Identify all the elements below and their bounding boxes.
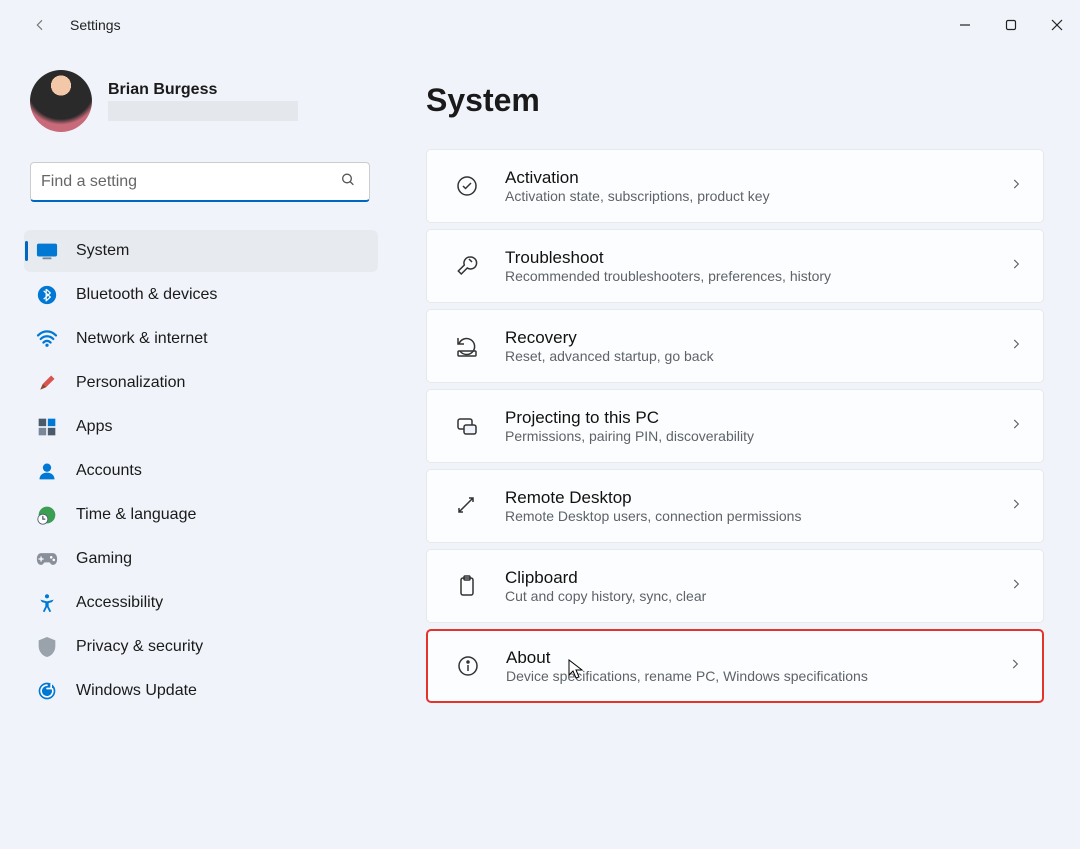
minimize-button[interactable] — [942, 5, 988, 45]
projecting-icon — [449, 414, 485, 438]
sidebar-item-windows-update[interactable]: Windows Update — [24, 670, 378, 712]
sidebar-item-label: Accounts — [76, 462, 142, 480]
search-wrap — [30, 162, 370, 202]
chevron-right-icon — [1009, 337, 1023, 356]
card-title: Remote Desktop — [505, 488, 1009, 508]
nav: System Bluetooth & devices Network & int… — [24, 230, 378, 712]
sidebar-item-personalization[interactable]: Personalization — [24, 362, 378, 404]
remote-desktop-icon — [449, 494, 485, 518]
card-title: Activation — [505, 168, 1009, 188]
card-subtitle: Activation state, subscriptions, product… — [505, 188, 1009, 204]
chevron-right-icon — [1009, 577, 1023, 596]
app-title: Settings — [70, 17, 121, 33]
settings-card-projecting[interactable]: Projecting to this PC Permissions, pairi… — [426, 389, 1044, 463]
avatar — [30, 70, 92, 132]
sidebar-item-label: Accessibility — [76, 594, 163, 612]
sidebar-item-time-language[interactable]: Time & language — [24, 494, 378, 536]
time-language-icon — [36, 504, 58, 526]
wrench-icon — [449, 254, 485, 278]
window-controls — [942, 5, 1080, 45]
sidebar-item-network[interactable]: Network & internet — [24, 318, 378, 360]
accessibility-icon — [36, 592, 58, 614]
card-subtitle: Cut and copy history, sync, clear — [505, 588, 1009, 604]
sidebar-item-label: Bluetooth & devices — [76, 286, 217, 304]
apps-icon — [36, 416, 58, 438]
sidebar-item-apps[interactable]: Apps — [24, 406, 378, 448]
card-subtitle: Remote Desktop users, connection permiss… — [505, 508, 1009, 524]
maximize-button[interactable] — [988, 5, 1034, 45]
card-subtitle: Recommended troubleshooters, preferences… — [505, 268, 1009, 284]
sidebar-item-label: Privacy & security — [76, 638, 203, 656]
sidebar-item-accessibility[interactable]: Accessibility — [24, 582, 378, 624]
card-subtitle: Reset, advanced startup, go back — [505, 348, 1009, 364]
sidebar-item-gaming[interactable]: Gaming — [24, 538, 378, 580]
sidebar-item-label: Gaming — [76, 550, 132, 568]
sidebar-item-label: Personalization — [76, 374, 185, 392]
card-title: Recovery — [505, 328, 1009, 348]
sidebar-item-privacy[interactable]: Privacy & security — [24, 626, 378, 668]
profile-email-redacted — [108, 101, 298, 121]
settings-cards: Activation Activation state, subscriptio… — [426, 149, 1044, 703]
accounts-icon — [36, 460, 58, 482]
search-input[interactable] — [30, 162, 370, 202]
card-title: Projecting to this PC — [505, 408, 1009, 428]
settings-card-activation[interactable]: Activation Activation state, subscriptio… — [426, 149, 1044, 223]
settings-card-troubleshoot[interactable]: Troubleshoot Recommended troubleshooters… — [426, 229, 1044, 303]
page-title: System — [426, 82, 1044, 119]
sidebar-item-system[interactable]: System — [24, 230, 378, 272]
sidebar-item-label: System — [76, 242, 129, 260]
activation-icon — [449, 174, 485, 198]
settings-card-recovery[interactable]: Recovery Reset, advanced startup, go bac… — [426, 309, 1044, 383]
chevron-right-icon — [1008, 657, 1022, 676]
sidebar-item-accounts[interactable]: Accounts — [24, 450, 378, 492]
card-subtitle: Device specifications, rename PC, Window… — [506, 668, 1008, 684]
chevron-right-icon — [1009, 497, 1023, 516]
settings-card-about[interactable]: About Device specifications, rename PC, … — [426, 629, 1044, 703]
sidebar: Brian Burgess System Bluetooth & devi — [0, 50, 390, 712]
card-title: Troubleshoot — [505, 248, 1009, 268]
sidebar-item-bluetooth[interactable]: Bluetooth & devices — [24, 274, 378, 316]
sidebar-item-label: Apps — [76, 418, 112, 436]
chevron-right-icon — [1009, 257, 1023, 276]
system-icon — [36, 240, 58, 262]
settings-card-remote-desktop[interactable]: Remote Desktop Remote Desktop users, con… — [426, 469, 1044, 543]
titlebar: Settings — [0, 0, 1080, 50]
card-title: Clipboard — [505, 568, 1009, 588]
chevron-right-icon — [1009, 177, 1023, 196]
sidebar-item-label: Windows Update — [76, 682, 197, 700]
shield-icon — [36, 636, 58, 658]
sidebar-item-label: Time & language — [76, 506, 196, 524]
search-icon — [340, 172, 356, 193]
main: System Activation Activation state, subs… — [390, 50, 1080, 712]
chevron-right-icon — [1009, 417, 1023, 436]
close-button[interactable] — [1034, 5, 1080, 45]
wifi-icon — [36, 328, 58, 350]
gaming-icon — [36, 548, 58, 570]
recovery-icon — [449, 334, 485, 358]
bluetooth-icon — [36, 284, 58, 306]
profile-name: Brian Burgess — [108, 81, 298, 99]
back-button[interactable] — [20, 0, 60, 50]
sidebar-item-label: Network & internet — [76, 330, 208, 348]
update-icon — [36, 680, 58, 702]
settings-card-clipboard[interactable]: Clipboard Cut and copy history, sync, cl… — [426, 549, 1044, 623]
profile-block[interactable]: Brian Burgess — [24, 70, 378, 132]
paintbrush-icon — [36, 372, 58, 394]
clipboard-icon — [449, 574, 485, 598]
info-icon — [450, 654, 486, 678]
card-subtitle: Permissions, pairing PIN, discoverabilit… — [505, 428, 1009, 444]
card-title: About — [506, 648, 1008, 668]
